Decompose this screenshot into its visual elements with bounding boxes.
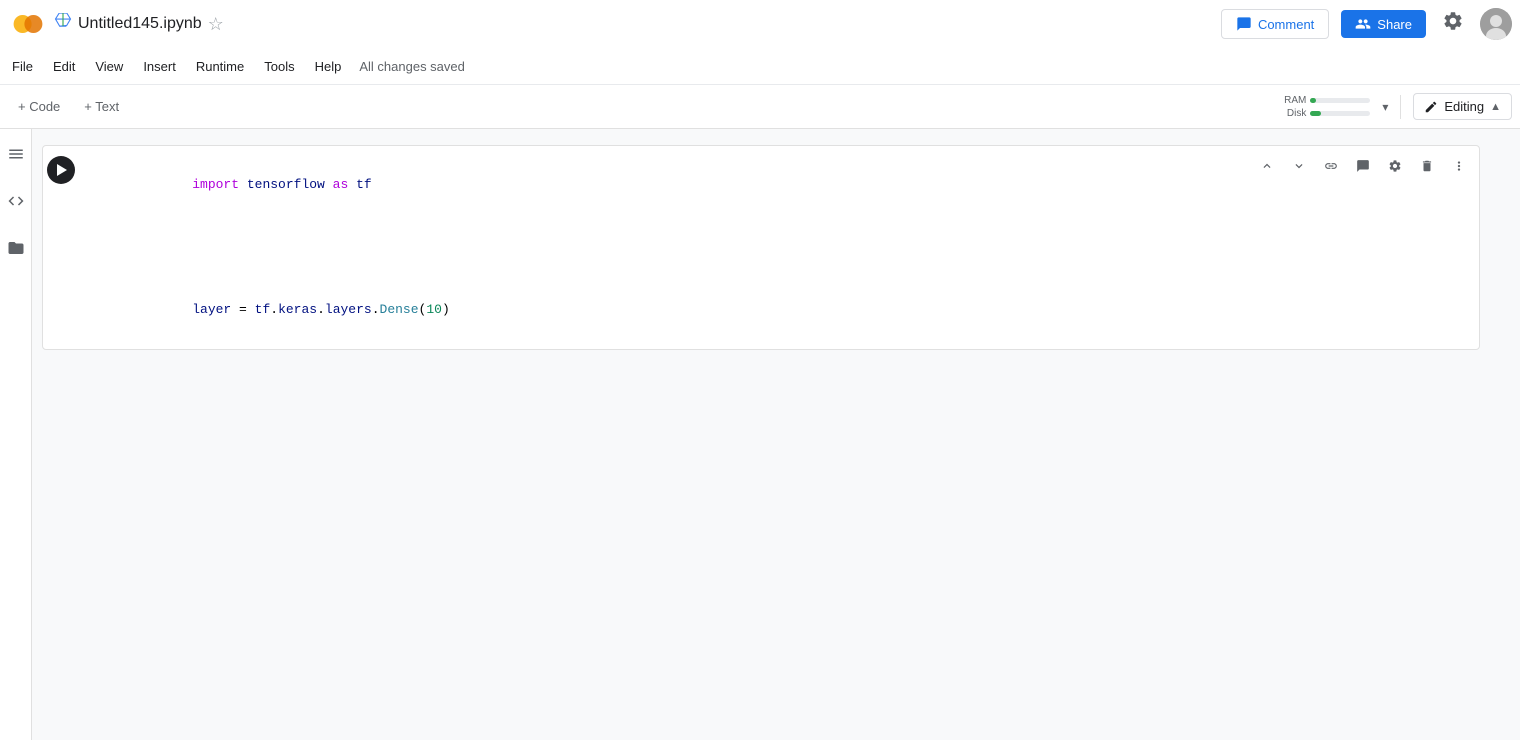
- menu-view[interactable]: View: [85, 55, 133, 78]
- ram-fill: [1310, 98, 1316, 103]
- ram-bar: [1310, 98, 1370, 103]
- disk-label: Disk: [1280, 108, 1306, 119]
- toolbar-row: + Code + Text RAM Disk ▾ Editing ▲: [0, 85, 1520, 129]
- file-title[interactable]: Untitled145.ipynb: [78, 15, 202, 33]
- menu-bar: File Edit View Insert Runtime Tools Help…: [0, 48, 1520, 84]
- delete-cell-button[interactable]: [1413, 152, 1441, 180]
- collapse-icon: ▲: [1490, 101, 1501, 113]
- ram-label: RAM: [1280, 95, 1306, 106]
- move-down-button[interactable]: [1285, 152, 1313, 180]
- comment-button[interactable]: Comment: [1221, 9, 1329, 39]
- drive-icon: [54, 13, 72, 36]
- resource-dropdown-arrow[interactable]: ▾: [1382, 100, 1388, 114]
- editing-button[interactable]: Editing ▲: [1413, 93, 1512, 120]
- sidebar-folder-icon[interactable]: [3, 235, 29, 266]
- sidebar-menu-icon[interactable]: [3, 141, 29, 172]
- code-cell-wrapper: import tensorflow as tf layer = tf.keras…: [42, 145, 1480, 350]
- cell-toolbar: [1253, 152, 1473, 180]
- editing-label: Editing: [1444, 99, 1484, 114]
- code-line-2: [83, 216, 1471, 278]
- cell-settings-button[interactable]: [1381, 152, 1409, 180]
- share-button[interactable]: Share: [1341, 10, 1426, 38]
- menu-file[interactable]: File: [2, 55, 43, 78]
- code-cell[interactable]: import tensorflow as tf layer = tf.keras…: [42, 145, 1480, 350]
- file-title-area: Untitled145.ipynb ☆: [54, 13, 1215, 36]
- left-sidebar: [0, 129, 32, 740]
- disk-fill: [1310, 111, 1321, 116]
- empty-notebook-area: [32, 358, 1520, 740]
- notebook-content[interactable]: import tensorflow as tf layer = tf.keras…: [32, 129, 1520, 740]
- sidebar-code-icon[interactable]: [3, 188, 29, 219]
- menu-help[interactable]: Help: [305, 55, 352, 78]
- save-status: All changes saved: [359, 59, 465, 74]
- code-line-3: layer = tf.keras.layers.Dense(10): [83, 279, 1471, 341]
- colab-logo[interactable]: [8, 4, 48, 44]
- run-button[interactable]: [47, 156, 75, 184]
- menu-tools[interactable]: Tools: [254, 55, 304, 78]
- more-options-button[interactable]: [1445, 152, 1473, 180]
- star-icon[interactable]: ☆: [208, 14, 224, 35]
- add-code-button[interactable]: + Code: [8, 94, 70, 119]
- settings-icon[interactable]: [1438, 6, 1468, 42]
- cell-comment-button[interactable]: [1349, 152, 1377, 180]
- play-icon: [57, 164, 67, 176]
- disk-bar: [1310, 111, 1370, 116]
- add-text-button[interactable]: + Text: [74, 94, 129, 119]
- toolbar-right: RAM Disk ▾ Editing ▲: [1280, 93, 1512, 120]
- code-editor[interactable]: import tensorflow as tf layer = tf.keras…: [83, 154, 1471, 341]
- main-area: import tensorflow as tf layer = tf.keras…: [0, 129, 1520, 740]
- menu-runtime[interactable]: Runtime: [186, 55, 254, 78]
- top-right-controls: Comment Share: [1221, 6, 1512, 42]
- divider: [1400, 95, 1401, 119]
- resource-indicator: RAM Disk: [1280, 95, 1370, 119]
- link-button[interactable]: [1317, 152, 1345, 180]
- user-avatar[interactable]: [1480, 8, 1512, 40]
- menu-insert[interactable]: Insert: [133, 55, 186, 78]
- menu-edit[interactable]: Edit: [43, 55, 85, 78]
- title-row: Untitled145.ipynb ☆ Comment Share: [0, 0, 1520, 48]
- move-up-button[interactable]: [1253, 152, 1281, 180]
